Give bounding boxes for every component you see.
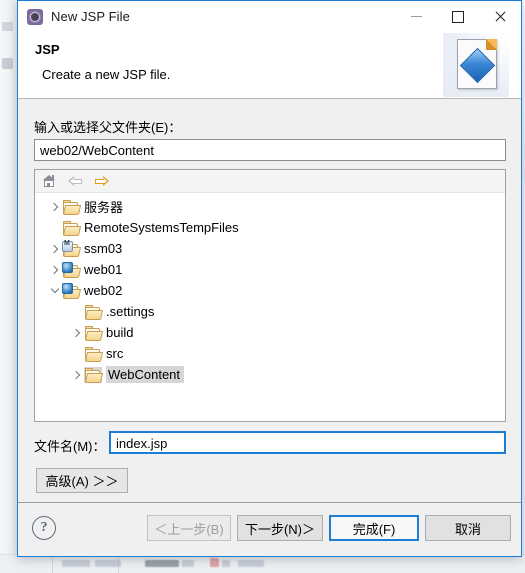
dialog-footer: ? ＜上一步(B) 下一步(N)＞ 完成(F) 取消: [18, 502, 521, 556]
background-chip: [2, 22, 13, 31]
project-folder-icon: [62, 240, 82, 257]
window-controls: [395, 1, 521, 32]
background-divider: [52, 555, 53, 573]
chevron-right-icon[interactable]: [69, 364, 84, 385]
file-name-label: 文件名(M)：: [34, 439, 106, 454]
tree-item-label: ssm03: [84, 241, 123, 256]
twisty-placeholder: [69, 301, 84, 322]
page-description: Create a new JSP file.: [42, 67, 171, 82]
cancel-button[interactable]: 取消: [425, 515, 511, 541]
tree-item-服务器[interactable]: 服务器: [35, 196, 505, 217]
tree-item-RemoteSystemsTempFiles[interactable]: RemoteSystemsTempFiles: [35, 217, 505, 238]
project-folder-icon: [62, 261, 82, 278]
folder-tree-panel: 服务器 RemoteSystemsTempFiles ssm03 web01 web02…: [34, 169, 506, 422]
finish-button[interactable]: 完成(F): [329, 515, 419, 541]
file-name-input[interactable]: index.jsp: [109, 431, 506, 454]
background-blur-text: [145, 560, 179, 567]
background-blur-icon: [210, 558, 219, 567]
new-jsp-file-dialog: New JSP File JSP Create a new JSP file. …: [17, 0, 522, 557]
back-button: ＜上一步(B): [147, 515, 231, 541]
dialog-titlebar[interactable]: New JSP File: [18, 1, 521, 32]
background-blur-text: [222, 560, 230, 567]
folder-icon: [84, 325, 104, 341]
jsp-file-icon: [443, 33, 509, 97]
tree-item-label: 服务器: [84, 200, 124, 215]
tree-item-src[interactable]: src: [35, 343, 505, 364]
folder-icon: [84, 366, 104, 383]
chevron-down-icon[interactable]: [47, 280, 62, 301]
back-arrow-icon[interactable]: [67, 173, 84, 189]
wizard-banner: JSP Create a new JSP file.: [18, 32, 521, 99]
eclipse-gear-icon: [27, 8, 43, 25]
parent-folder-input[interactable]: web02/WebContent: [34, 139, 506, 161]
chevron-right-icon[interactable]: [69, 322, 84, 343]
maximize-button[interactable]: [437, 1, 479, 32]
tree-item-ssm03[interactable]: ssm03: [35, 238, 505, 259]
background-blur-text: [182, 560, 194, 567]
tree-item-label: WebContent: [106, 366, 185, 383]
tree-item-web02[interactable]: web02: [35, 280, 505, 301]
tree-item-label: build: [106, 325, 134, 340]
chevron-right-icon[interactable]: [47, 238, 62, 259]
folder-icon: [84, 346, 104, 362]
dialog-body: 输入或选择父文件夹(E)： web02/WebContent 服务器 Remote…: [18, 99, 521, 502]
home-icon[interactable]: [41, 173, 58, 189]
chevron-right-icon[interactable]: [47, 196, 62, 217]
folder-icon: [62, 220, 82, 236]
page-title: JSP: [35, 42, 60, 57]
tree-item-label: RemoteSystemsTempFiles: [84, 220, 239, 235]
folder-icon: [84, 304, 104, 320]
close-button[interactable]: [479, 1, 521, 32]
background-blur-text: [238, 560, 264, 567]
tree-item-.settings[interactable]: .settings: [35, 301, 505, 322]
tree-item-label: web02: [84, 283, 123, 298]
forward-arrow-icon[interactable]: [93, 173, 110, 189]
tree-item-label: .settings: [106, 304, 155, 319]
tree-item-label: web01: [84, 262, 123, 277]
twisty-placeholder: [69, 343, 84, 364]
tree-item-label: src: [106, 346, 124, 361]
advanced-button[interactable]: 高级(A) ＞＞: [36, 468, 128, 493]
help-icon[interactable]: ?: [32, 516, 56, 540]
folder-icon: [62, 199, 82, 215]
background-icon: [2, 58, 13, 69]
folder-tree[interactable]: 服务器 RemoteSystemsTempFiles ssm03 web01 web02…: [35, 193, 505, 421]
tree-toolbar: [35, 170, 505, 193]
next-button[interactable]: 下一步(N)＞: [237, 515, 323, 541]
tree-item-WebContent[interactable]: WebContent: [35, 364, 505, 385]
background-blur-text: [62, 560, 90, 567]
background-blur-text: [95, 560, 121, 567]
dialog-title: New JSP File: [51, 9, 130, 24]
project-folder-icon: [62, 282, 82, 299]
twisty-placeholder: [47, 217, 62, 238]
parent-folder-label: 输入或选择父文件夹(E)：: [34, 120, 182, 135]
chevron-right-icon[interactable]: [47, 259, 62, 280]
minimize-button[interactable]: [395, 1, 437, 32]
tree-item-web01[interactable]: web01: [35, 259, 505, 280]
tree-item-build[interactable]: build: [35, 322, 505, 343]
